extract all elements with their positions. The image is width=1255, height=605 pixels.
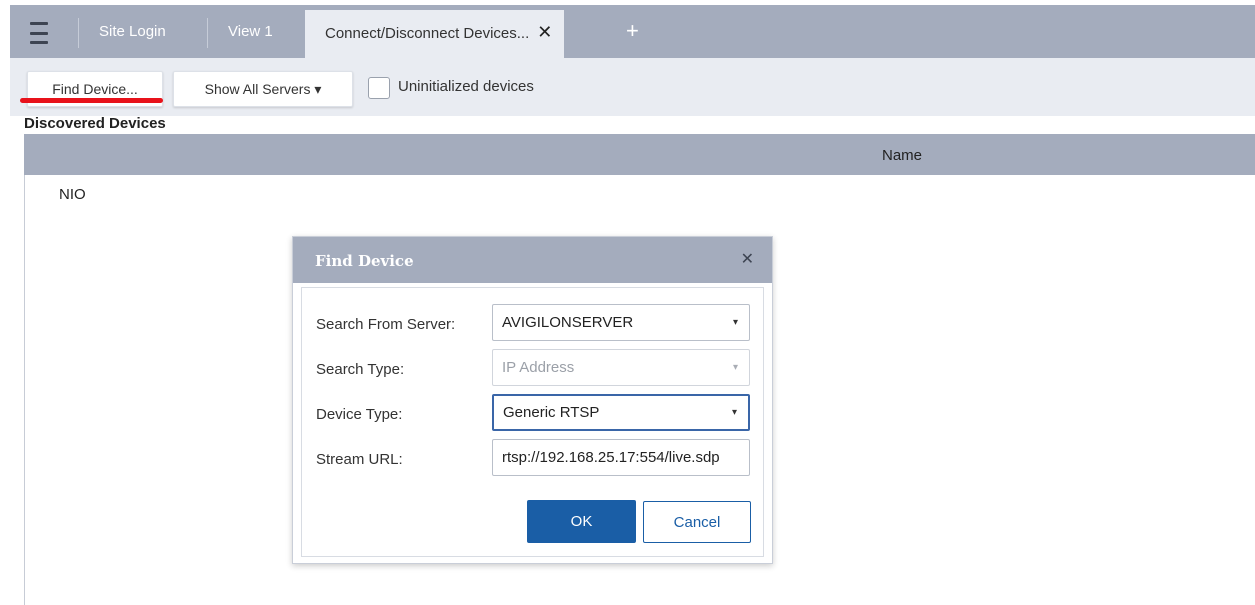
- add-tab-icon[interactable]: +: [626, 16, 639, 46]
- dialog-title-bar: Find Device ✕: [293, 237, 772, 283]
- close-tab-icon[interactable]: ✕: [537, 22, 552, 42]
- find-device-label: Find Device...: [52, 81, 138, 97]
- stream-url-label: Stream URL:: [316, 451, 403, 468]
- table-header: [24, 134, 1255, 175]
- dialog-title: Find Device: [315, 252, 414, 270]
- cancel-button[interactable]: Cancel: [643, 501, 751, 543]
- show-all-servers-dropdown[interactable]: Show All Servers ▾: [173, 71, 353, 107]
- search-type-value: IP Address: [502, 359, 575, 376]
- close-icon[interactable]: ✕: [741, 249, 754, 269]
- chevron-down-icon: ▾: [732, 317, 738, 328]
- tab-connect-disconnect-devices[interactable]: Connect/Disconnect Devices... ✕: [305, 10, 565, 58]
- hamburger-menu-icon[interactable]: [20, 16, 58, 50]
- search-type-select: IP Address ▾: [492, 349, 750, 386]
- table-row[interactable]: NIO: [59, 186, 86, 203]
- device-type-value: Generic RTSP: [503, 404, 600, 421]
- search-type-label: Search Type:: [316, 361, 405, 378]
- tab-label: Site Login: [99, 23, 166, 40]
- dialog-body: Search From Server: AVIGILONSERVER ▾ Sea…: [301, 287, 764, 557]
- tab-bar: Site Login View 1 Connect/Disconnect Dev…: [0, 0, 1255, 58]
- find-device-dialog: Find Device ✕ Search From Server: AVIGIL…: [292, 236, 773, 564]
- show-all-servers-label: Show All Servers ▾: [204, 80, 322, 97]
- uninitialized-devices-label: Uninitialized devices: [398, 78, 534, 95]
- device-type-label: Device Type:: [316, 406, 403, 423]
- table-left-border: [24, 175, 25, 605]
- tab-label: View 1: [228, 23, 273, 40]
- chevron-down-icon: ▾: [731, 407, 737, 418]
- discovered-devices-title: Discovered Devices: [24, 115, 166, 132]
- search-from-server-label: Search From Server:: [316, 316, 456, 333]
- tab-view-1[interactable]: View 1: [228, 10, 273, 54]
- tab-separator: [207, 18, 208, 48]
- ok-button[interactable]: OK: [527, 500, 636, 543]
- chevron-down-icon: ▾: [732, 362, 738, 373]
- column-header-name[interactable]: Name: [882, 147, 922, 164]
- tab-site-login[interactable]: Site Login: [99, 10, 166, 54]
- tab-label: Connect/Disconnect Devices...: [325, 25, 530, 42]
- search-from-server-value: AVIGILONSERVER: [502, 314, 634, 331]
- device-type-select[interactable]: Generic RTSP ▾: [492, 394, 750, 431]
- uninitialized-devices-checkbox[interactable]: [368, 77, 390, 99]
- tab-separator: [78, 18, 79, 48]
- search-from-server-select[interactable]: AVIGILONSERVER ▾: [492, 304, 750, 341]
- stream-url-input[interactable]: rtsp://192.168.25.17:554/live.sdp: [492, 439, 750, 476]
- highlight-underline: [20, 98, 163, 103]
